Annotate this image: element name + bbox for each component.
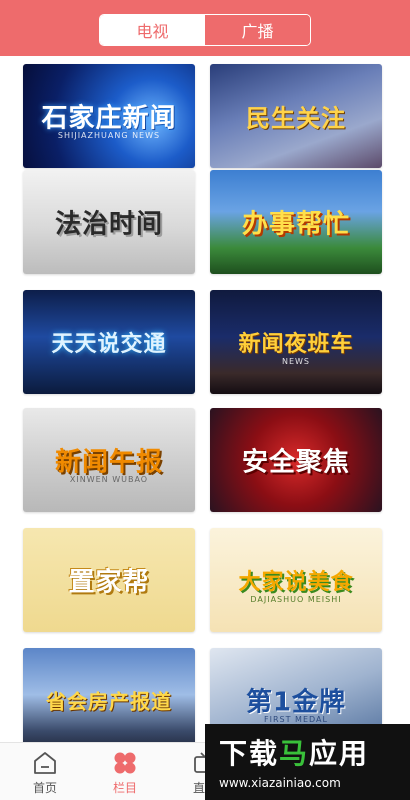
watermark-title: 下载马应用 — [219, 732, 369, 772]
program-tile[interactable]: 法治时间 — [23, 170, 195, 274]
program-title: 石家庄新闻 — [41, 103, 177, 134]
program-title: 民生关注 — [246, 104, 346, 133]
program-title: 天天说交通 — [51, 332, 167, 357]
program-title: 安全聚焦 — [241, 447, 350, 478]
top-header: 电视 广播 — [0, 0, 410, 56]
program-subtitle: SHIJIAZHUANG NEWS — [57, 130, 161, 140]
program-tile[interactable]: 置家帮 — [23, 528, 195, 632]
program-title: 新闻夜班车 — [238, 332, 354, 357]
program-tile[interactable]: 新闻午报 XINWEN WUBAO — [23, 408, 195, 512]
tab-tv[interactable]: 电视 — [100, 15, 205, 45]
program-tile[interactable]: 办事帮忙 — [210, 170, 382, 274]
program-tile[interactable]: 天天说交通 — [23, 290, 195, 394]
program-tile[interactable]: 新闻夜班车 NEWS — [210, 290, 382, 394]
program-tile[interactable]: 大家说美食 DAJIASHUO MEISHI — [210, 528, 382, 632]
program-grid: 石家庄新闻 SHIJIAZHUANG NEWS 民生关注 法治时间 办事帮忙 天… — [0, 56, 410, 742]
program-subtitle: XINWEN WUBAO — [69, 474, 149, 484]
program-tile[interactable]: 石家庄新闻 SHIJIAZHUANG NEWS — [23, 64, 195, 168]
program-title: 省会房产报道 — [46, 689, 172, 714]
watermark-title-part1: 下载 — [219, 737, 280, 770]
program-tile[interactable]: 安全聚焦 — [210, 408, 382, 512]
watermark-title-part2: 马 — [279, 737, 310, 770]
tab-columns-label: 栏目 — [112, 781, 137, 795]
tab-home[interactable]: 首页 — [5, 743, 85, 800]
program-title: 法治时间 — [54, 209, 163, 240]
home-icon — [32, 751, 58, 775]
clover-icon — [112, 751, 138, 775]
tab-radio[interactable]: 广播 — [205, 15, 310, 45]
program-subtitle: FIRST MEDAL — [264, 714, 328, 724]
program-title: 大家说美食 — [238, 570, 354, 595]
watermark-url: www.xiazainiao.com — [219, 776, 341, 790]
program-title: 置家帮 — [68, 567, 150, 598]
program-tile[interactable]: 民生关注 — [210, 64, 382, 168]
media-type-segmented-control: 电视 广播 — [99, 14, 311, 46]
app-screen: 电视 广播 石家庄新闻 SHIJIAZHUANG NEWS 民生关注 法治时间 … — [0, 0, 410, 800]
tab-home-label: 首页 — [32, 781, 57, 795]
program-title: 办事帮忙 — [241, 209, 350, 240]
watermark-overlay: 下载马应用 www.xiazainiao.com — [205, 724, 410, 800]
tab-columns[interactable]: 栏目 — [85, 743, 165, 800]
program-subtitle: DAJIASHUO MEISHI — [250, 594, 342, 604]
program-title: 新闻午报 — [54, 447, 163, 478]
program-tile[interactable]: 省会房产报道 — [23, 648, 195, 742]
program-title: 第1金牌 — [245, 687, 347, 718]
program-subtitle: NEWS — [281, 356, 311, 366]
watermark-title-part3: 应用 — [309, 737, 370, 770]
